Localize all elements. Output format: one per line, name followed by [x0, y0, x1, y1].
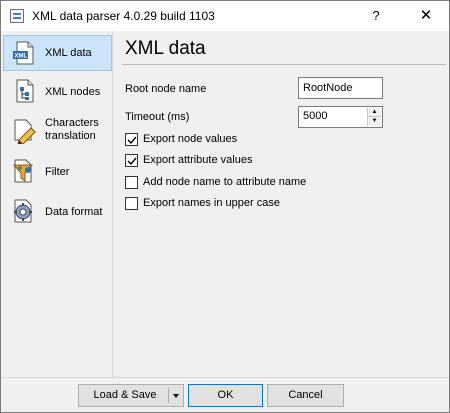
- sidebar-item-label: XML data: [45, 47, 92, 59]
- sidebar-item-label: Data format: [45, 206, 103, 218]
- sidebar-item-label-line2: translation: [45, 130, 96, 142]
- sidebar-item-label-line1: Characters: [45, 117, 99, 129]
- sidebar-item-filter[interactable]: Filter: [3, 153, 112, 189]
- decrement-button[interactable]: ▼: [368, 117, 381, 126]
- sidebar-item-characters-translation[interactable]: Characters translation: [3, 113, 112, 149]
- ok-button[interactable]: OK: [188, 384, 263, 407]
- sidebar-item-label: XML nodes: [45, 86, 101, 98]
- sidebar-item-xml-data[interactable]: XML XML data: [3, 35, 112, 71]
- sidebar-nav: XML XML data XML nodes Characters transl…: [1, 31, 113, 377]
- settings-panel: XML data Root node name Timeout (ms) 500…: [114, 31, 449, 377]
- export-node-values-label: Export node values: [143, 133, 238, 145]
- title-divider: [122, 64, 446, 65]
- sidebar-item-data-format[interactable]: Data format: [3, 193, 112, 229]
- increment-button[interactable]: ▲: [368, 108, 381, 117]
- load-save-label: Load & Save: [93, 389, 157, 401]
- window-title: XML data parser 4.0.29 build 1103: [32, 9, 215, 23]
- root-node-input[interactable]: [298, 77, 383, 99]
- gear-icon: [14, 199, 32, 223]
- svg-text:XML: XML: [15, 54, 28, 60]
- checkmark-icon: [127, 157, 137, 166]
- help-button[interactable]: ?: [353, 1, 399, 31]
- timeout-value[interactable]: 5000: [303, 110, 327, 122]
- timeout-stepper[interactable]: 5000 ▲ ▼: [298, 106, 383, 128]
- title-bar: XML data parser 4.0.29 build 1103 ? ✕: [1, 1, 449, 31]
- cancel-button[interactable]: Cancel: [267, 384, 344, 407]
- dialog-window: XML data parser 4.0.29 build 1103 ? ✕ XM…: [0, 0, 450, 413]
- app-icon: [10, 9, 24, 23]
- button-bar: Load & Save OK Cancel: [1, 377, 449, 412]
- pencil-icon: [14, 119, 36, 144]
- timeout-label: Timeout (ms): [125, 111, 190, 123]
- load-save-button[interactable]: Load & Save: [78, 384, 184, 407]
- add-node-name-checkbox[interactable]: [125, 176, 138, 189]
- chevron-down-icon[interactable]: [173, 394, 179, 398]
- root-node-label: Root node name: [125, 83, 207, 95]
- dropdown-divider: [168, 388, 169, 403]
- page-title: XML data: [125, 38, 206, 59]
- sidebar-item-label: Filter: [45, 166, 70, 178]
- sidebar-item-xml-nodes[interactable]: XML nodes: [3, 73, 112, 109]
- checkmark-icon: [127, 136, 137, 145]
- xml-tree-icon: [16, 79, 34, 103]
- close-button[interactable]: ✕: [403, 1, 449, 31]
- spin-buttons: ▲ ▼: [367, 108, 381, 126]
- upper-case-label: Export names in upper case: [143, 197, 280, 209]
- add-node-name-label: Add node name to attribute name: [143, 176, 307, 188]
- xml-document-icon: XML: [13, 41, 34, 65]
- upper-case-checkbox[interactable]: [125, 197, 138, 210]
- export-node-values-checkbox[interactable]: [125, 133, 138, 146]
- funnel-icon: [12, 159, 34, 183]
- export-attribute-values-checkbox[interactable]: [125, 154, 138, 167]
- export-attribute-values-label: Export attribute values: [143, 154, 253, 166]
